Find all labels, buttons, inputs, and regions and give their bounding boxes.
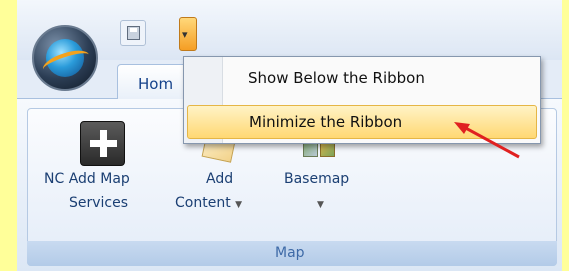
customize-menu: Show Below the Ribbon Minimize the Ribbo…	[183, 56, 541, 144]
dropdown-arrow-icon: ▾	[182, 28, 188, 41]
menu-item-label: Show Below the Ribbon	[248, 69, 425, 87]
title-bar	[17, 0, 562, 60]
basemap-dropdown[interactable]: ▼	[317, 195, 324, 211]
nc-add-map-services-label-2[interactable]: Services	[69, 195, 128, 211]
ribbon-group-label: Map	[275, 245, 305, 261]
menu-item-label: Minimize the Ribbon	[249, 113, 403, 131]
nc-add-map-services-label-1[interactable]: NC Add Map	[44, 171, 130, 187]
add-content-label-2[interactable]: Content ▼	[175, 195, 242, 211]
application-button[interactable]	[32, 25, 98, 91]
basemap-label[interactable]: Basemap	[284, 171, 349, 187]
tab-home-label: Hom	[138, 75, 174, 93]
menu-item-minimize-ribbon[interactable]: Minimize the Ribbon	[187, 105, 537, 139]
chevron-down-icon: ▼	[317, 200, 324, 210]
customize-quick-access-button[interactable]: ▾	[179, 17, 197, 51]
chevron-down-icon: ▼	[235, 200, 243, 210]
add-content-label-text: Content	[175, 195, 231, 211]
add-content-label-1[interactable]: Add	[206, 171, 233, 187]
menu-item-show-below-ribbon[interactable]: Show Below the Ribbon	[187, 62, 537, 96]
quick-access-save-button[interactable]	[120, 20, 146, 46]
plus-square-icon[interactable]	[80, 121, 125, 166]
save-icon	[127, 26, 140, 40]
